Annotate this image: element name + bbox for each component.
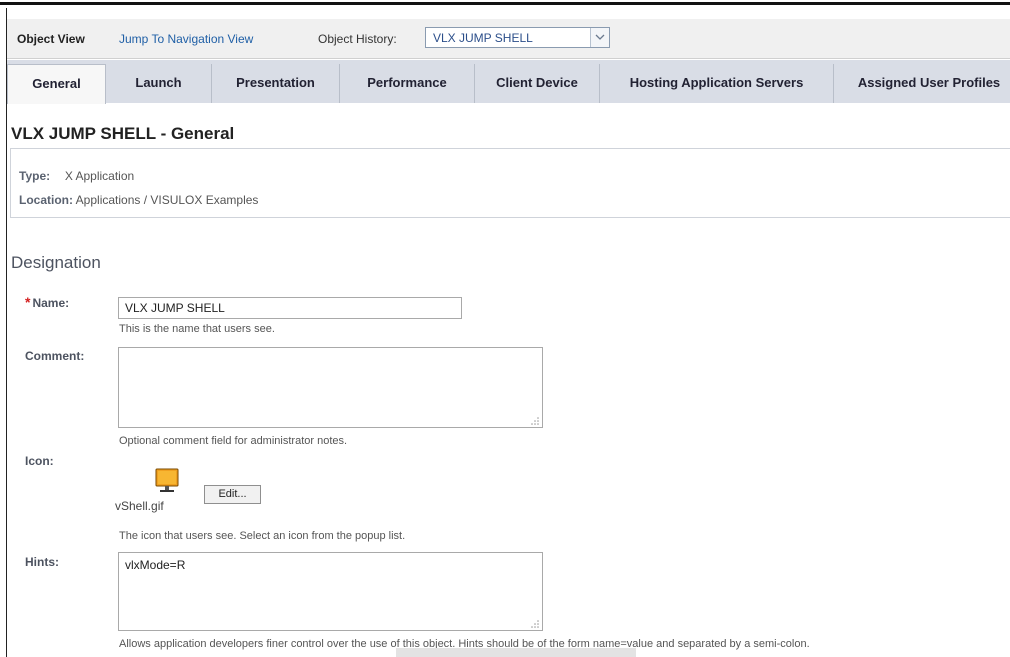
name-help: This is the name that users see. <box>119 323 275 335</box>
object-history-value: VLX JUMP SHELL <box>433 31 533 45</box>
comment-help: Optional comment field for administrator… <box>119 435 348 447</box>
name-field[interactable]: VLX JUMP SHELL <box>118 297 462 319</box>
chevron-down-icon <box>595 34 605 40</box>
object-history-label: Object History: <box>318 32 397 46</box>
object-toolbar: Object View Jump To Navigation View Obje… <box>7 19 1010 59</box>
main-frame: Object View Jump To Navigation View Obje… <box>6 8 1010 657</box>
resize-grip-icon[interactable] <box>531 417 539 425</box>
tab-hosting-application-servers[interactable]: Hosting Application Servers <box>600 64 834 103</box>
tab-performance[interactable]: Performance <box>340 64 475 103</box>
tab-assigned-user-profiles[interactable]: Assigned User Profiles <box>834 64 1010 103</box>
object-summary: Type: X Application Location: Applicatio… <box>10 148 1010 218</box>
location-key: Location: <box>19 193 73 207</box>
comment-textarea[interactable] <box>118 347 543 428</box>
tab-client-device[interactable]: Client Device <box>475 64 600 103</box>
hints-textarea[interactable]: vlxMode=R <box>118 552 543 631</box>
window-top-edge <box>0 0 1010 5</box>
horizontal-scrollbar[interactable] <box>396 648 636 657</box>
object-view-label: Object View <box>17 32 85 46</box>
location-row: Location: Applications / VISULOX Example… <box>19 193 258 207</box>
name-label-text: Name: <box>32 296 70 310</box>
jump-navigation-link[interactable]: Jump To Navigation View <box>119 32 253 46</box>
icon-file-name: vShell.gif <box>115 499 164 513</box>
type-row: Type: X Application <box>19 169 134 183</box>
icon-help: The icon that users see. Select an icon … <box>119 530 406 542</box>
page-title: VLX JUMP SHELL - General <box>11 124 235 143</box>
type-key: Type: <box>19 169 51 183</box>
tab-bar: General Launch Presentation Performance … <box>7 60 1010 104</box>
tab-general[interactable]: General <box>7 64 106 104</box>
icon-label: Icon: <box>25 454 54 468</box>
designation-title: Designation <box>11 253 101 272</box>
monitor-icon <box>155 468 179 492</box>
tab-presentation[interactable]: Presentation <box>212 64 340 103</box>
tab-launch[interactable]: Launch <box>106 64 212 103</box>
comment-label: Comment: <box>25 349 85 363</box>
object-history-select[interactable]: VLX JUMP SHELL <box>425 27 610 48</box>
type-value: X Application <box>64 169 135 183</box>
resize-grip-icon[interactable] <box>531 620 539 628</box>
hints-value: vlxMode=R <box>125 558 186 572</box>
dropdown-button[interactable] <box>590 28 609 47</box>
required-marker: * <box>25 294 31 310</box>
edit-icon-button[interactable]: Edit... <box>204 485 261 504</box>
name-label: * Name: <box>25 294 69 310</box>
location-value: Applications / VISULOX Examples <box>75 193 259 207</box>
hints-label: Hints: <box>25 555 59 569</box>
